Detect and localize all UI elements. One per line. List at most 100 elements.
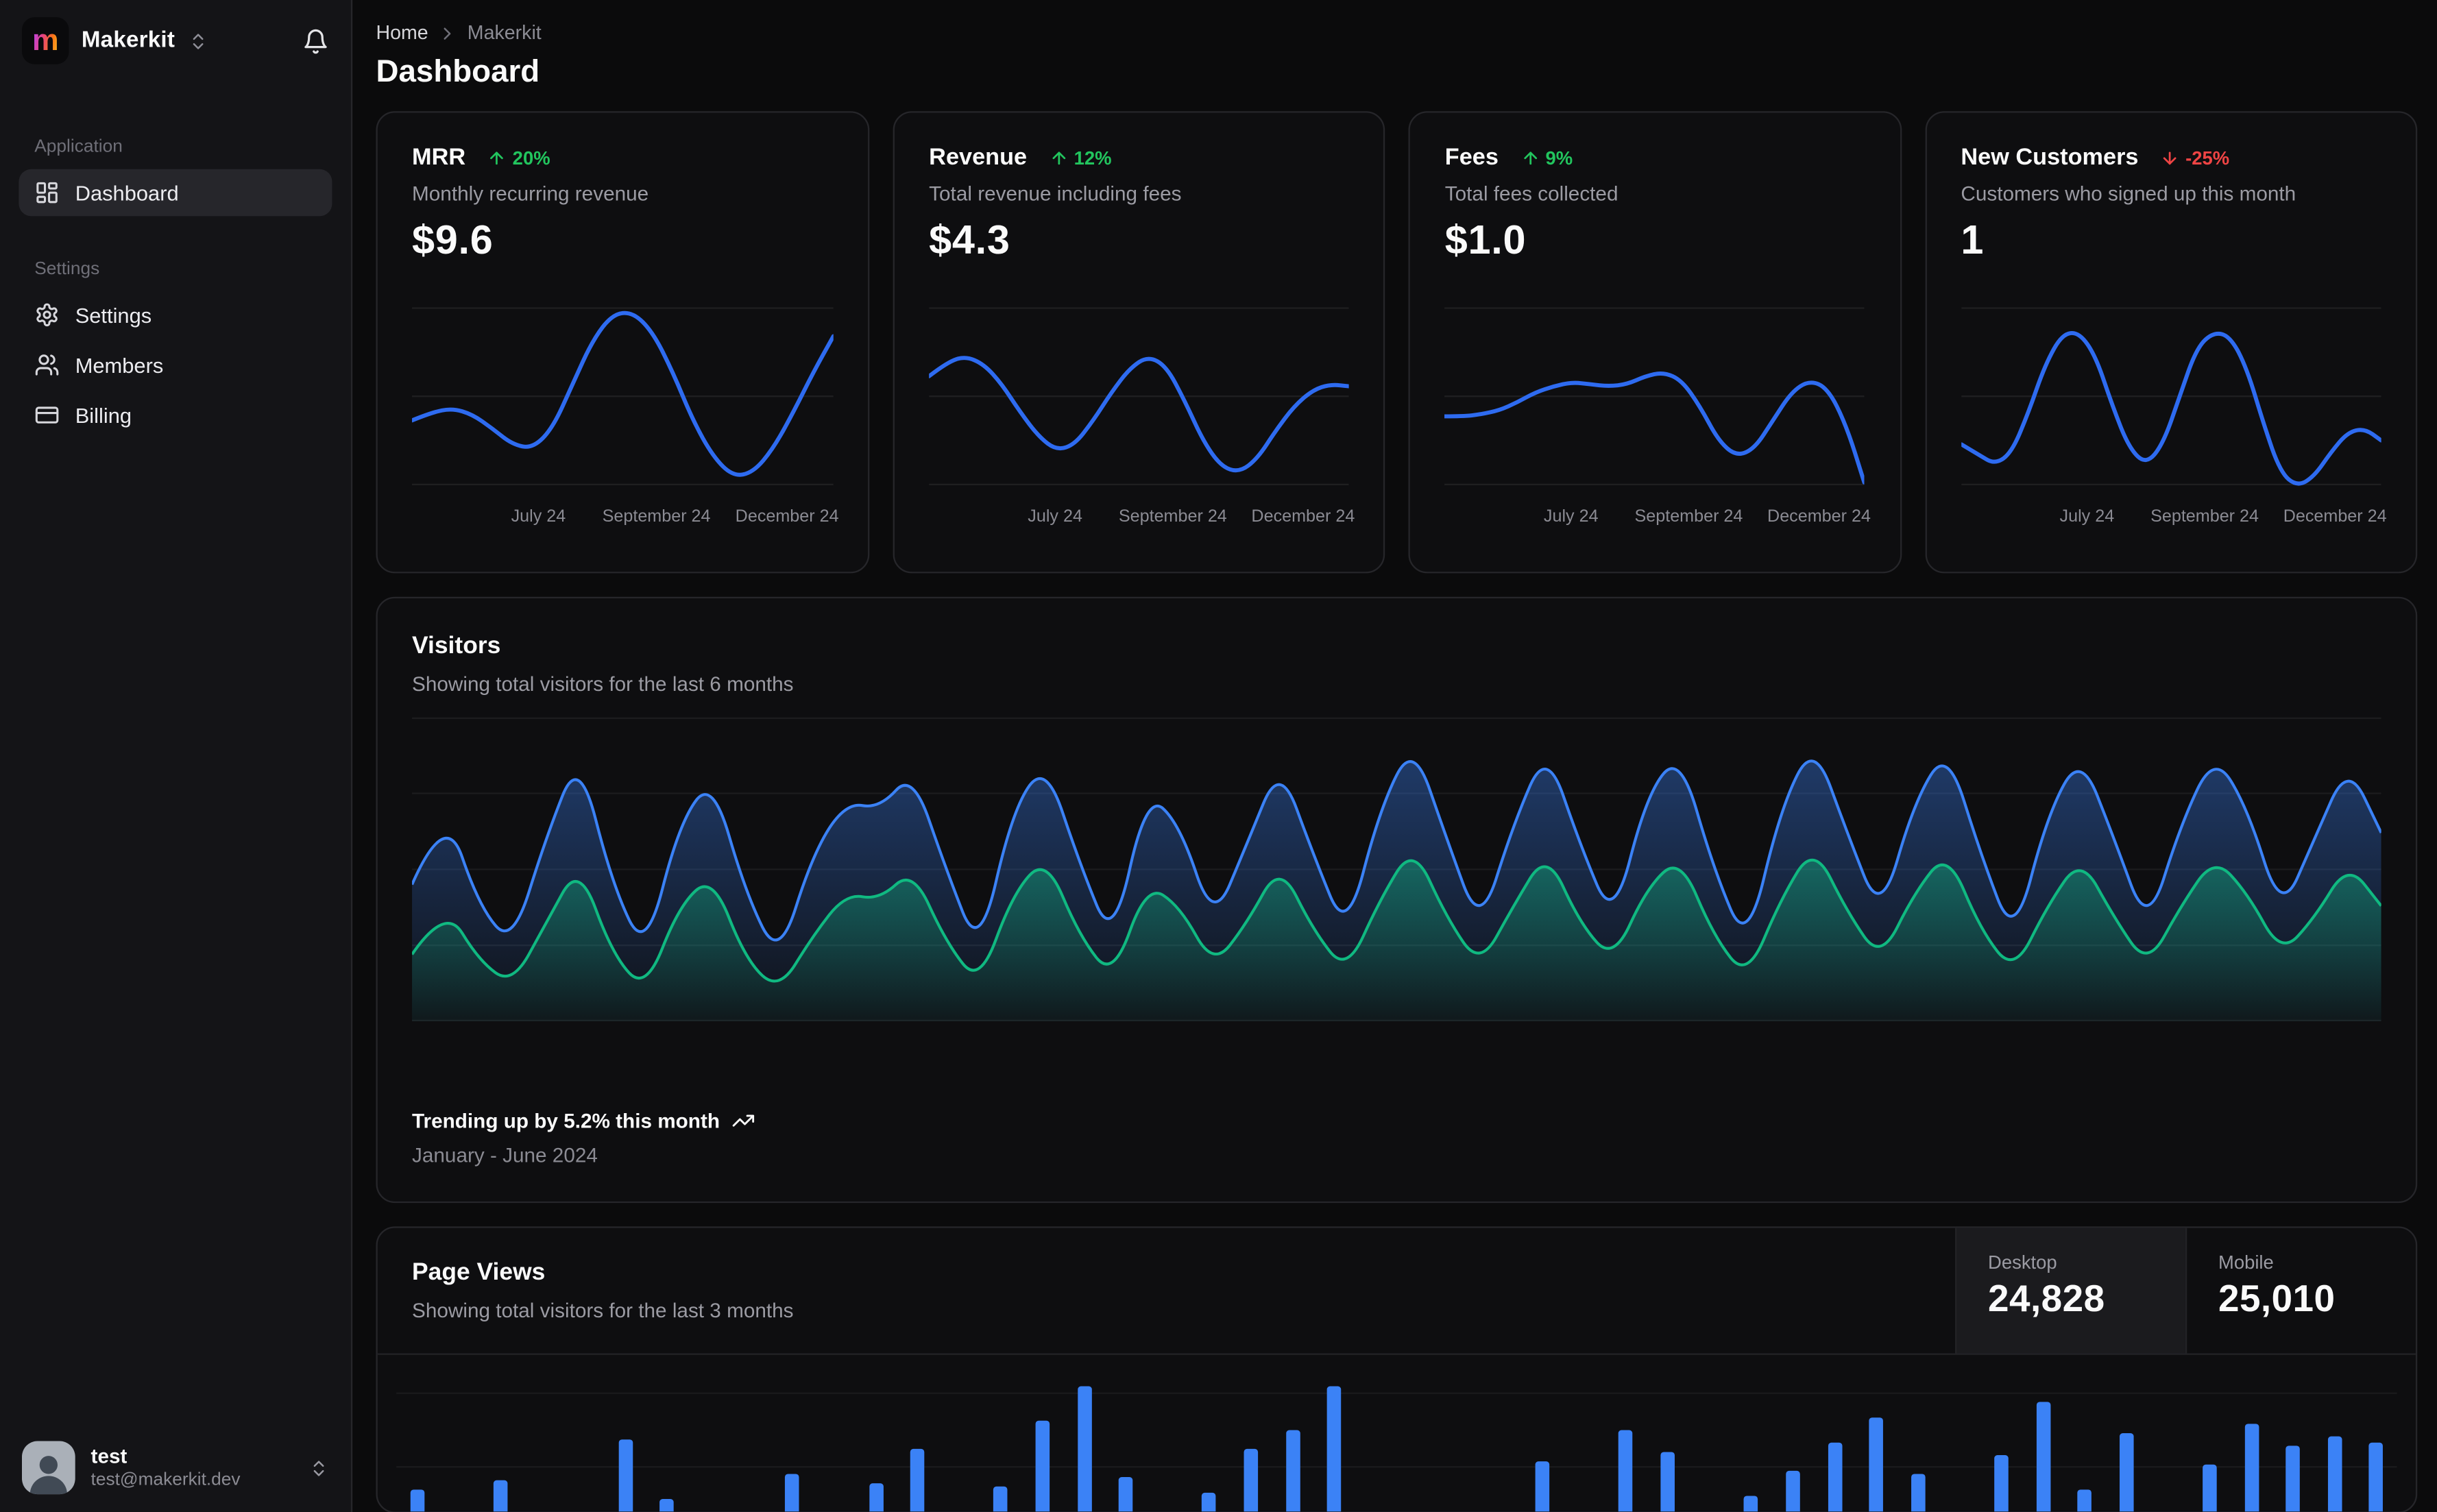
sidebar-item-dashboard[interactable]: Dashboard xyxy=(19,169,332,217)
bar xyxy=(1618,1430,1634,1512)
stat-value: $1.0 xyxy=(1444,216,1527,263)
bar xyxy=(493,1480,508,1512)
bar xyxy=(785,1474,800,1512)
bar xyxy=(1285,1430,1300,1512)
user-menu-button[interactable]: test test@makerkit.dev xyxy=(0,1422,351,1512)
bar-slot xyxy=(2355,1355,2397,1512)
bar-slot xyxy=(1980,1355,2022,1512)
bar xyxy=(2119,1433,2134,1512)
bar-slot xyxy=(2022,1355,2064,1512)
sparkline-svg xyxy=(1444,307,1865,485)
bar-slot xyxy=(1856,1355,1898,1512)
x-tick: December 24 xyxy=(1251,507,1355,526)
visitors-card: Visitors Showing total visitors for the … xyxy=(376,596,2418,1204)
stat-subtitle: Customers who signed up this month xyxy=(1961,182,2296,206)
bar-slot xyxy=(480,1355,522,1512)
visitors-trend: Trending up by 5.2% this month xyxy=(412,1109,2381,1132)
bar-slot xyxy=(730,1355,772,1512)
x-tick: July 24 xyxy=(1028,507,1082,526)
trend-badge: 12% xyxy=(1049,147,1112,169)
bar xyxy=(1660,1452,1675,1512)
bar-slot xyxy=(2105,1355,2147,1512)
x-tick: July 24 xyxy=(2059,507,2115,526)
bar-slot xyxy=(1772,1355,1814,1512)
stat-value: $4.3 xyxy=(929,216,1010,263)
visitors-area-chart xyxy=(412,717,2381,1022)
bar xyxy=(1327,1386,1342,1512)
stat-card-revenue: Revenue 12% Total revenue including fees… xyxy=(893,111,1385,574)
toggle-label: Mobile xyxy=(2218,1251,2274,1273)
sidebar-item-billing[interactable]: Billing xyxy=(19,391,332,439)
page-views-title: Page Views xyxy=(412,1259,546,1287)
sparkline-svg xyxy=(412,307,834,485)
credit-card-icon xyxy=(34,402,60,428)
bar-slot xyxy=(1564,1355,1605,1512)
toggle-desktop[interactable]: Desktop 24,828 xyxy=(1955,1228,2185,1354)
x-axis-labels: July 24 September 24 December 24 xyxy=(412,507,839,529)
x-tick: September 24 xyxy=(1634,507,1743,526)
team-selector[interactable]: m Makerkit xyxy=(0,0,351,80)
bar xyxy=(1827,1442,1842,1512)
app-window: m Makerkit Application Dashboard Setting… xyxy=(0,0,2437,1512)
stat-subtitle: Total fees collected xyxy=(1444,182,1618,206)
badge-value: 20% xyxy=(512,146,550,169)
bar xyxy=(2244,1424,2259,1512)
page-views-bar-chart xyxy=(396,1355,2397,1512)
bar-slot xyxy=(1814,1355,1856,1512)
bar xyxy=(2369,1442,2384,1512)
bar xyxy=(1119,1477,1133,1512)
bar-slot xyxy=(646,1355,688,1512)
sidebar: m Makerkit Application Dashboard Setting… xyxy=(0,0,353,1512)
toggle-label: Desktop xyxy=(1988,1251,2057,1273)
toggle-mobile[interactable]: Mobile 25,010 xyxy=(2185,1228,2416,1354)
bar xyxy=(869,1483,883,1512)
bar-slot xyxy=(1897,1355,1939,1512)
x-tick: September 24 xyxy=(2150,507,2259,526)
x-tick: December 24 xyxy=(2283,507,2387,526)
x-tick: December 24 xyxy=(1767,507,1871,526)
bar xyxy=(1244,1448,1259,1512)
user-info: test test@makerkit.dev xyxy=(91,1444,241,1491)
bar-slot xyxy=(1605,1355,1647,1512)
page-views-subtitle: Showing total visitors for the last 3 mo… xyxy=(412,1298,794,1322)
bar-slot xyxy=(2231,1355,2272,1512)
bar xyxy=(2286,1446,2301,1512)
bars-row xyxy=(396,1355,2397,1512)
bar-slot xyxy=(2314,1355,2355,1512)
x-tick: September 24 xyxy=(602,507,711,526)
bell-icon[interactable] xyxy=(302,27,329,54)
bar-slot xyxy=(1480,1355,1522,1512)
bar xyxy=(1994,1455,2009,1512)
sidebar-item-settings[interactable]: Settings xyxy=(19,291,332,339)
sparkline-svg xyxy=(929,307,1349,485)
trend-text: Trending up by 5.2% this month xyxy=(412,1108,720,1133)
users-icon xyxy=(34,352,60,378)
bar xyxy=(2035,1402,2050,1512)
bar-slot xyxy=(396,1355,438,1512)
page-views-header-text: Page Views Showing total visitors for th… xyxy=(378,1228,1955,1354)
trend-badge: 9% xyxy=(1520,147,1573,169)
bar-slot xyxy=(1730,1355,1772,1512)
visitors-period: January - June 2024 xyxy=(412,1143,598,1167)
bar-slot xyxy=(605,1355,646,1512)
bar xyxy=(1077,1386,1091,1512)
bar xyxy=(910,1448,925,1512)
user-name: test xyxy=(90,1444,128,1468)
nav-section-label-application: Application xyxy=(34,138,123,157)
breadcrumb-home[interactable]: Home xyxy=(376,22,428,44)
bar-slot xyxy=(1021,1355,1063,1512)
bar-slot xyxy=(1647,1355,1688,1512)
sidebar-item-members[interactable]: Members xyxy=(19,341,332,389)
bar-slot xyxy=(1189,1355,1230,1512)
bar-slot xyxy=(1397,1355,1439,1512)
bar xyxy=(1911,1474,1926,1512)
stat-card-mrr: MRR 20% Monthly recurring revenue $9.6 J… xyxy=(376,111,870,574)
bar xyxy=(1035,1420,1050,1512)
bar-slot xyxy=(1063,1355,1105,1512)
stat-title: Fees xyxy=(1444,144,1499,171)
page-views-card: Page Views Showing total visitors for th… xyxy=(376,1226,2418,1512)
stat-subtitle: Total revenue including fees xyxy=(929,182,1182,206)
stat-card-new-customers: New Customers -25% Customers who signed … xyxy=(1924,111,2418,574)
toggle-value: 24,828 xyxy=(1988,1278,2105,1321)
sparkline-svg xyxy=(1961,307,2381,486)
